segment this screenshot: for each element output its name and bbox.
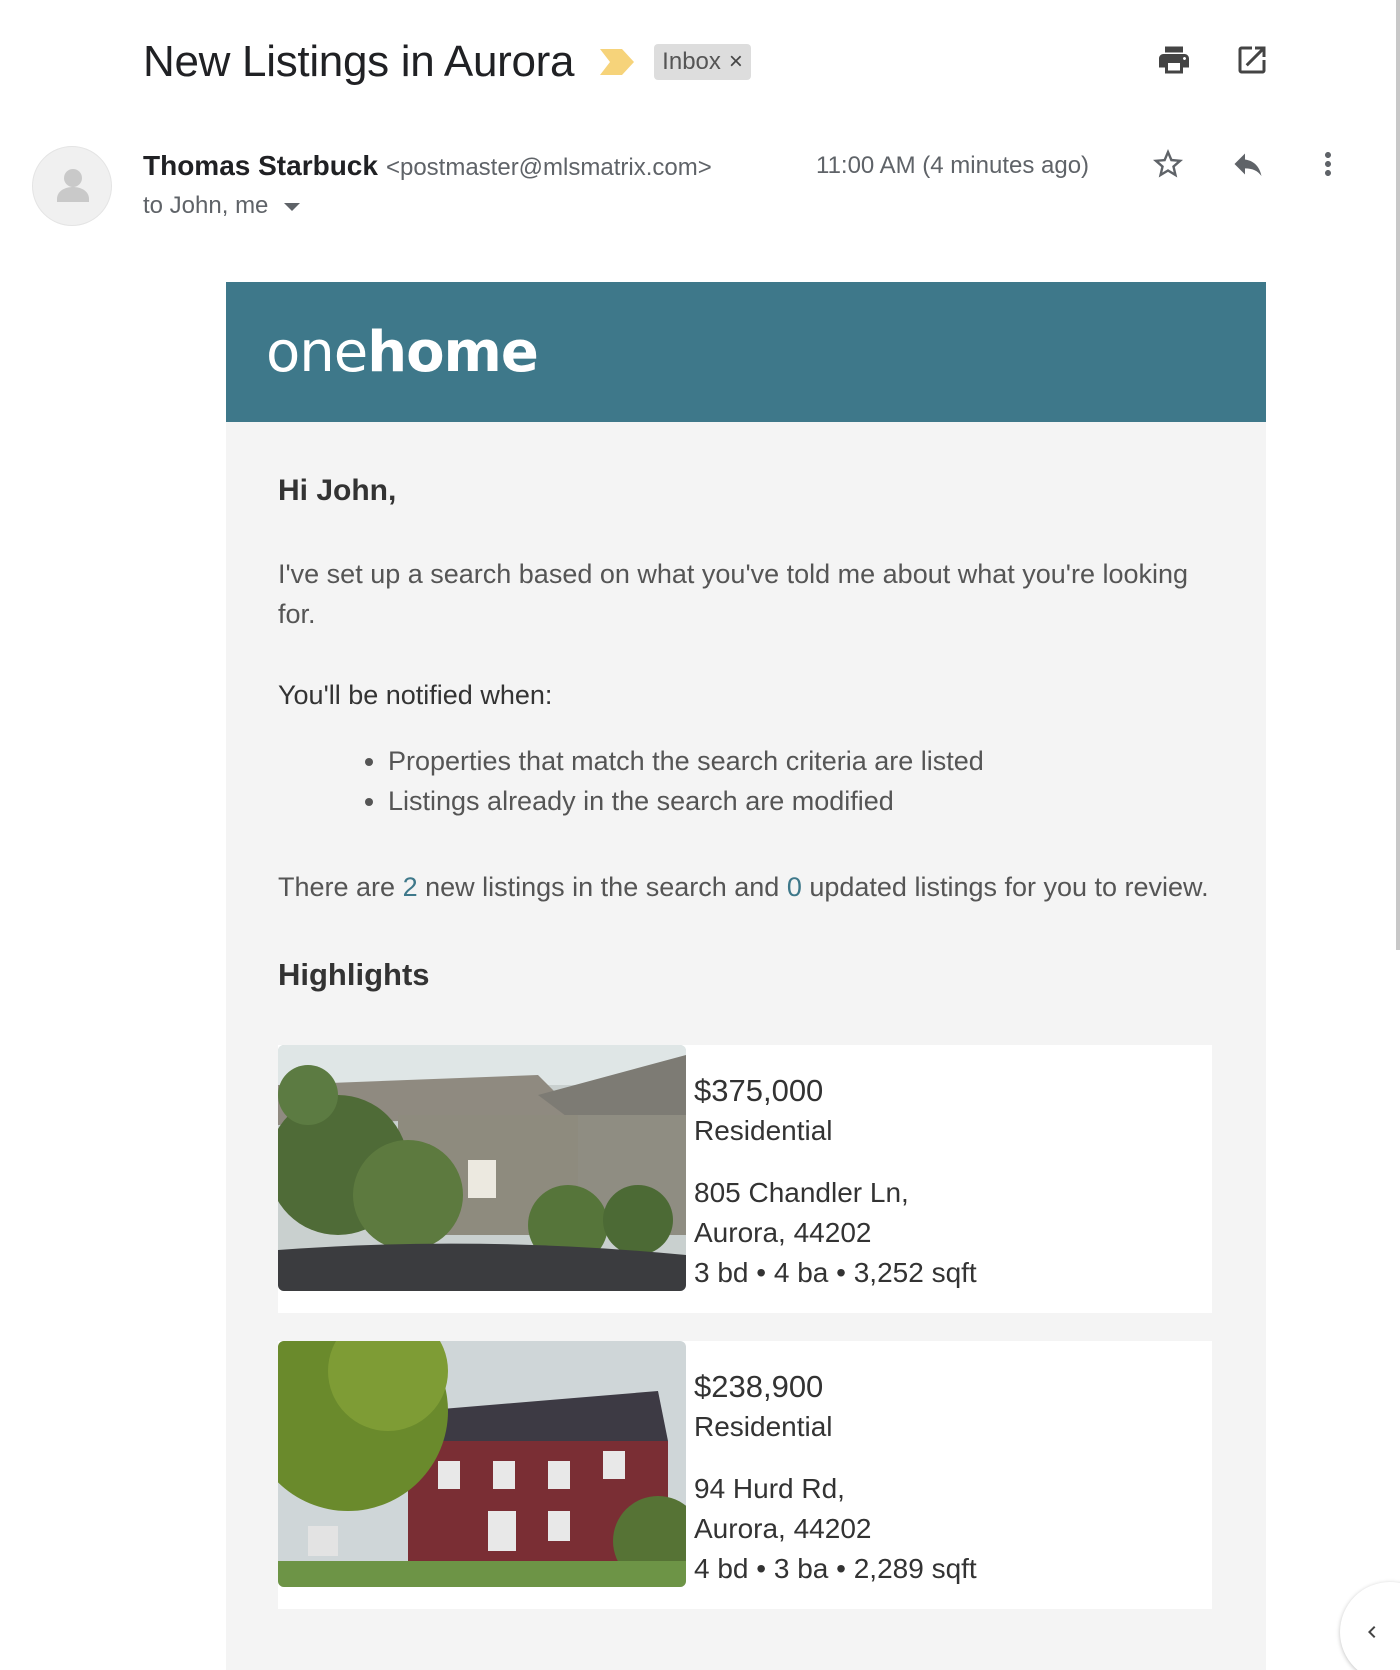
notify-list-item: Listings already in the search are modif… [388,781,1214,821]
reply-icon[interactable] [1228,144,1268,184]
listing-details: $375,000 Residential 805 Chandler Ln, Au… [686,1045,977,1313]
highlights-heading: Highlights [278,957,430,992]
listing-specs: 4 bd • 3 ba • 2,289 sqft [694,1553,977,1584]
onehome-logo[interactable]: onehome [266,320,539,385]
listing-card[interactable]: $238,900 Residential 94 Hurd Rd, Aurora,… [278,1341,1212,1609]
more-vertical-icon[interactable] [1308,144,1348,184]
label-text: Inbox [662,48,721,75]
print-icon[interactable] [1154,40,1194,80]
message-actions [1148,144,1348,184]
sender-avatar[interactable] [32,146,112,226]
email-body: onehome Hi John, I've set up a search ba… [226,282,1266,1670]
sender-email: <postmaster@mlsmatrix.com> [385,154,712,181]
logo-home: home [367,320,539,385]
listing-photo[interactable] [278,1341,686,1587]
logo-one: one [266,320,368,385]
email-subject: New Listings in Aurora [143,37,575,86]
listing-specs: 3 bd • 4 ba • 3,252 sqft [694,1257,977,1288]
importance-marker-icon[interactable] [600,49,635,75]
listing-summary: There are 2 new listings in the search a… [278,867,1214,907]
chevron-down-icon[interactable] [284,203,301,211]
sender-line: Thomas Starbuck <postmaster@mlsmatrix.co… [143,150,712,182]
notify-list-item: Properties that match the search criteri… [388,741,1214,781]
scrollbar[interactable] [1396,0,1400,950]
side-panel-toggle[interactable] [1340,1582,1400,1670]
new-listings-count[interactable]: 2 [403,872,418,902]
notify-heading: You'll be notified when: [278,680,553,710]
remove-label-icon[interactable]: × [729,50,743,74]
listing-city: Aurora, 44202 [694,1513,872,1544]
summary-suffix: updated listings for you to review. [801,872,1209,902]
listing-city: Aurora, 44202 [694,1217,872,1248]
listing-photo[interactable] [278,1045,686,1291]
listing-type: Residential [694,1411,833,1442]
email-timestamp: 11:00 AM (4 minutes ago) [816,152,1090,179]
listing-price: $238,900 [694,1369,824,1404]
open-in-new-window-icon[interactable] [1232,40,1272,80]
sender-name[interactable]: Thomas Starbuck [143,150,378,182]
recipients-toggle[interactable]: to John, me [143,192,301,220]
notify-list: Properties that match the search criteri… [388,741,1214,821]
onehome-banner: onehome [226,282,1266,422]
listing-card[interactable]: $375,000 Residential 805 Chandler Ln, Au… [278,1045,1212,1313]
recipients-text: to John, me [143,192,269,219]
listing-street: 805 Chandler Ln, [694,1177,909,1208]
email-content: Hi John, I've set up a search based on w… [226,422,1266,1609]
listing-details: $238,900 Residential 94 Hurd Rd, Aurora,… [686,1341,977,1609]
inbox-label-chip: Inbox × [654,44,751,80]
updated-listings-count[interactable]: 0 [787,872,802,902]
person-icon [57,169,89,202]
listing-type: Residential [694,1115,833,1146]
summary-prefix: There are [278,872,403,902]
subject-row: New Listings in Aurora Inbox × [143,30,751,94]
summary-middle: new listings in the search and [417,872,787,902]
chevron-left-icon [1368,1626,1376,1638]
star-icon[interactable] [1148,144,1188,184]
listing-price: $375,000 [694,1073,824,1108]
intro-paragraph: I've set up a search based on what you'v… [278,559,1189,629]
greeting: Hi John, [278,474,397,507]
listing-street: 94 Hurd Rd, [694,1473,845,1504]
thread-actions [1154,40,1272,80]
